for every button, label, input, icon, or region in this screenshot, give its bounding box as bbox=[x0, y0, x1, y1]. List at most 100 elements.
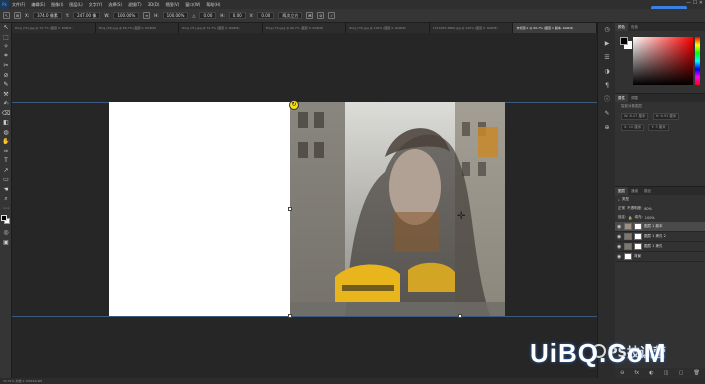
adjustment-layer-icon[interactable]: ◐ bbox=[649, 370, 653, 376]
properties-width[interactable]: W: 8.47 厘米 bbox=[621, 113, 649, 120]
brush-settings-icon[interactable]: ✎ bbox=[598, 107, 616, 121]
eyedropper-tool-icon[interactable]: ⊘ bbox=[0, 71, 12, 81]
libraries-icon[interactable]: ⊕ bbox=[598, 121, 616, 135]
properties-icon[interactable]: ☰ bbox=[598, 51, 616, 65]
eye-icon[interactable]: ◉ bbox=[617, 234, 622, 240]
menu-view[interactable]: 视图(V) bbox=[162, 2, 182, 8]
delete-layer-icon[interactable]: 🗑 bbox=[694, 370, 700, 376]
tab-document-3[interactable]: 8mg (71).jpg @ 72.7% (图层 0, RGB/8) bbox=[179, 23, 263, 33]
hand-tool-icon[interactable]: ☚ bbox=[0, 185, 12, 195]
tab-document-active[interactable]: 未标题-1 @ 66.7% (图层 1 副本, RGB/8) bbox=[513, 23, 598, 33]
tab-properties[interactable]: 属性 bbox=[615, 94, 628, 102]
width-field[interactable]: 100.00% bbox=[113, 12, 140, 19]
double-exposure-photo-layer[interactable] bbox=[290, 102, 505, 316]
gradient-tool-icon[interactable]: ◧ bbox=[0, 118, 12, 128]
menu-window[interactable]: 窗口(W) bbox=[182, 2, 203, 8]
interpolation-select[interactable]: 两次立方 bbox=[278, 12, 303, 19]
paragraph-icon[interactable]: ¶ bbox=[598, 79, 616, 93]
pen-tool-icon[interactable]: ✑ bbox=[0, 147, 12, 157]
layer-mask-thumbnail[interactable] bbox=[634, 243, 642, 250]
tab-layers[interactable]: 图层 bbox=[615, 187, 628, 195]
y-field[interactable]: 247.00 像 bbox=[73, 12, 101, 19]
hue-slider[interactable] bbox=[695, 37, 700, 85]
eye-icon[interactable]: ◉ bbox=[617, 254, 622, 260]
height-field[interactable]: 100.00% bbox=[162, 12, 189, 19]
tab-paths[interactable]: 路径 bbox=[641, 187, 654, 195]
reference-point-icon[interactable]: ⊞ bbox=[14, 12, 21, 19]
properties-y[interactable]: Y: 3 厘米 bbox=[648, 124, 669, 131]
layer-name[interactable]: 图层 1 拷贝 bbox=[644, 244, 662, 249]
tab-document-6[interactable]: 1511005-4866.jpg @ 100% (图层 0, RGB/8) bbox=[429, 23, 514, 33]
tab-swatches[interactable]: 色板 bbox=[628, 23, 641, 31]
menu-type[interactable]: 文字(Y) bbox=[86, 2, 106, 8]
foreground-color-swatch[interactable] bbox=[1, 215, 7, 221]
angle-field[interactable]: 0.00 bbox=[199, 12, 217, 19]
zoom-tool-icon[interactable]: ⌕ bbox=[0, 194, 12, 204]
document-canvas-area[interactable]: ↻ ✛ bbox=[12, 33, 597, 378]
layer-row[interactable]: ◉ 图层 1 副本 bbox=[615, 222, 705, 232]
tab-document-2[interactable]: 8mg (25).jpg @ 66.7% (图层 0, RGB/8) bbox=[95, 23, 180, 33]
menu-help[interactable]: 帮助(H) bbox=[203, 2, 223, 8]
h-skew-field[interactable]: 0.00 bbox=[228, 12, 246, 19]
color-swatches[interactable] bbox=[0, 213, 12, 228]
clone-stamp-tool-icon[interactable]: ✍ bbox=[0, 99, 12, 109]
tab-color[interactable]: 颜色 bbox=[615, 23, 628, 31]
tab-document-4[interactable]: 8mg (73).jpg @ 66.7% (图层 0, RGB/8) bbox=[262, 23, 347, 33]
menu-file[interactable]: 文件(F) bbox=[9, 2, 28, 8]
rectangle-tool-icon[interactable]: ▭ bbox=[0, 175, 12, 185]
blur-tool-icon[interactable]: ◍ bbox=[0, 128, 12, 138]
healing-brush-tool-icon[interactable]: ✎ bbox=[0, 80, 12, 90]
tab-document-1[interactable]: 8mg (72).jpg @ 72.7% (图层 0, RGB/8... bbox=[12, 23, 96, 33]
lasso-tool-icon[interactable]: ✧ bbox=[0, 42, 12, 52]
crop-tool-icon[interactable]: ✂ bbox=[0, 61, 12, 71]
layer-row[interactable]: ◉ 背景 bbox=[615, 252, 705, 262]
type-tool-icon[interactable]: T bbox=[0, 156, 12, 166]
brush-tool-icon[interactable]: ⚒ bbox=[0, 90, 12, 100]
menu-layer[interactable]: 图层(L) bbox=[66, 2, 85, 8]
new-layer-icon[interactable]: ▢ bbox=[679, 370, 684, 376]
opacity-value[interactable]: 80% bbox=[644, 207, 652, 211]
color-picker-field[interactable] bbox=[633, 37, 693, 85]
rotation-handle-icon[interactable]: ↻ bbox=[289, 100, 299, 110]
group-layers-icon[interactable]: ◫ bbox=[664, 370, 669, 376]
lock-icon[interactable]: 🔒 bbox=[628, 216, 632, 220]
layer-row[interactable]: ◉ 图层 1 拷贝 2 bbox=[615, 232, 705, 242]
actions-icon[interactable]: ▶ bbox=[598, 37, 616, 51]
tab-channels[interactable]: 通道 bbox=[628, 187, 641, 195]
warp-icon[interactable]: ⌘ bbox=[306, 12, 314, 19]
layer-name[interactable]: 背景 bbox=[634, 254, 641, 259]
v-skew-field[interactable]: 0.00 bbox=[257, 12, 275, 19]
dodge-tool-icon[interactable]: ✋ bbox=[0, 137, 12, 147]
history-icon[interactable]: ◷ bbox=[598, 23, 616, 37]
transform-handle-bottom[interactable] bbox=[458, 314, 462, 318]
layer-style-icon[interactable]: fx bbox=[634, 370, 639, 376]
layer-name[interactable]: 图层 1 副本 bbox=[644, 224, 662, 229]
menu-3d[interactable]: 3D(D) bbox=[145, 2, 163, 7]
transform-handle-left[interactable] bbox=[288, 207, 292, 211]
menu-select[interactable]: 选择(S) bbox=[105, 2, 125, 8]
quick-select-tool-icon[interactable]: ⌗ bbox=[0, 52, 12, 62]
tab-adjustments[interactable]: 调整 bbox=[628, 94, 641, 102]
link-icon[interactable]: ∞ bbox=[143, 12, 151, 19]
quick-mask-icon[interactable]: ◎ bbox=[0, 228, 12, 238]
cancel-transform-icon[interactable]: ⊘ bbox=[317, 12, 325, 19]
eraser-tool-icon[interactable]: ⌫ bbox=[0, 109, 12, 119]
link-layers-icon[interactable]: ⊖ bbox=[620, 370, 624, 376]
eye-icon[interactable]: ◉ bbox=[617, 244, 622, 250]
window-controls[interactable]: — ☐ ✕ bbox=[686, 0, 703, 6]
screen-mode-icon[interactable]: ▣ bbox=[0, 238, 12, 248]
marquee-tool-icon[interactable]: ⬚ bbox=[0, 33, 12, 43]
adjustments-icon[interactable]: ◑ bbox=[598, 65, 616, 79]
layer-mask-thumbnail[interactable] bbox=[634, 223, 642, 230]
panel-foreground-swatch[interactable] bbox=[620, 37, 628, 45]
path-select-tool-icon[interactable]: ↗ bbox=[0, 166, 12, 176]
x-field[interactable]: 374.0 像素 bbox=[33, 12, 62, 19]
eye-icon[interactable]: ◉ bbox=[617, 224, 622, 230]
layer-name[interactable]: 图层 1 拷贝 2 bbox=[644, 234, 666, 239]
menu-edit[interactable]: 编辑(E) bbox=[28, 2, 48, 8]
properties-x[interactable]: X: 10 厘米 bbox=[621, 124, 645, 131]
menu-image[interactable]: 图像(I) bbox=[48, 2, 66, 8]
properties-height[interactable]: H: 6.93 厘米 bbox=[652, 113, 680, 120]
more-tools-icon[interactable]: ⋯ bbox=[0, 204, 12, 214]
transform-handle-bottom-left[interactable] bbox=[288, 314, 292, 318]
